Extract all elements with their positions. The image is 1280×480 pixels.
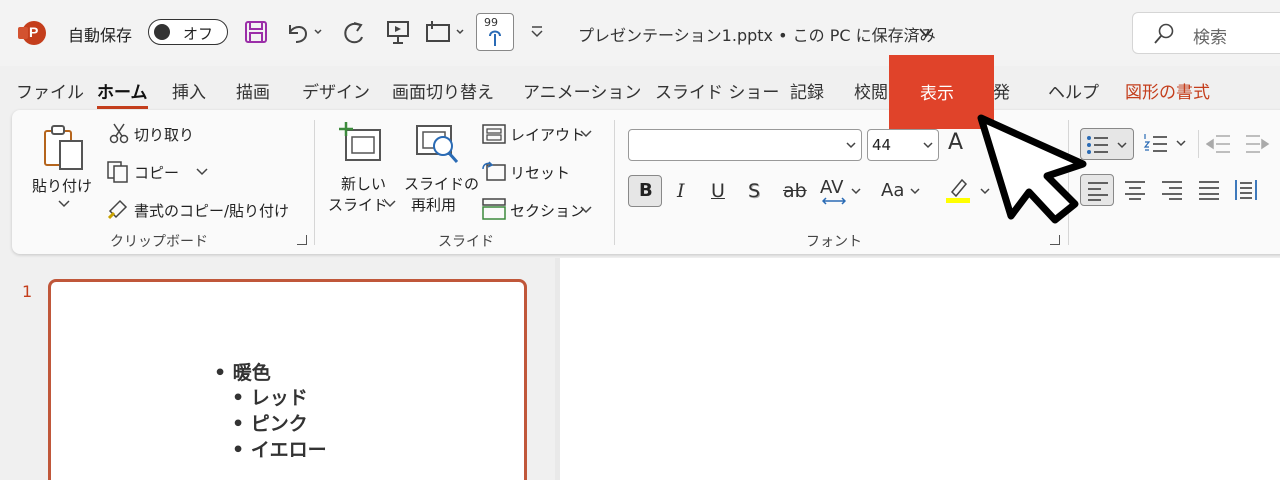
group-divider: [614, 120, 615, 245]
spacing-dropdown-icon[interactable]: [851, 188, 861, 195]
powerpoint-logo-icon: P: [18, 21, 46, 45]
tab-record[interactable]: 記録: [790, 78, 824, 103]
paste-icon[interactable]: [42, 123, 86, 171]
slide-number: 1: [22, 282, 33, 301]
section-dropdown-icon[interactable]: [580, 206, 592, 214]
reset-button[interactable]: リセット: [510, 162, 570, 183]
copy-button[interactable]: コピー: [134, 162, 179, 183]
search-icon: [1154, 23, 1174, 44]
autosave-state: オフ: [183, 25, 214, 43]
clipboard-launcher-icon[interactable]: [297, 235, 307, 245]
bullet-level1: • 暖色: [214, 362, 271, 384]
align-center-icon[interactable]: [1124, 180, 1146, 200]
bullet-level2: • イエロー: [232, 439, 327, 461]
spacing-arrows-icon: [822, 197, 846, 205]
tab-file[interactable]: ファイル: [16, 78, 84, 103]
format-painter-icon: [107, 199, 128, 220]
save-icon[interactable]: [244, 20, 268, 44]
character-spacing-button[interactable]: AV: [820, 177, 843, 198]
tab-insert[interactable]: 挿入: [172, 78, 206, 103]
tab-design[interactable]: デザイン: [302, 78, 370, 103]
slide-thumbnail[interactable]: • 暖色 • レッド • ピンク • イエロー: [48, 279, 527, 480]
reset-icon: [482, 161, 506, 181]
search-input[interactable]: 検索: [1193, 23, 1227, 48]
chevron-down-icon: [846, 142, 856, 149]
format-painter-button[interactable]: 書式のコピー/貼り付け: [134, 200, 289, 221]
touch-icon: [489, 30, 501, 46]
shadow-button[interactable]: S: [748, 180, 760, 202]
document-filename[interactable]: プレゼンテーション1.pptx • この PC に保存済み: [578, 22, 936, 46]
tab-view[interactable]: 表示: [920, 79, 954, 104]
numbering-icon[interactable]: [1143, 132, 1189, 156]
font-name-combo[interactable]: [628, 129, 862, 161]
reuse-slides-icon[interactable]: [415, 122, 463, 168]
strikethrough-button[interactable]: ab: [783, 180, 807, 202]
redo-icon[interactable]: [340, 19, 368, 47]
group-divider: [314, 120, 315, 245]
chevron-down-icon[interactable]: [919, 28, 933, 38]
undo-icon[interactable]: [284, 19, 324, 45]
new-slide-label-1[interactable]: 新しい: [341, 173, 386, 194]
clipboard-group-label: クリップボード: [110, 234, 208, 250]
justify-icon[interactable]: [1198, 180, 1220, 200]
paste-dropdown-icon[interactable]: [58, 200, 70, 208]
italic-button[interactable]: I: [677, 180, 685, 202]
align-right-icon[interactable]: [1161, 180, 1183, 200]
copy-icon: [107, 161, 128, 183]
font-size-combo[interactable]: 44: [867, 129, 939, 161]
tab-animations[interactable]: アニメーション: [523, 78, 641, 103]
cut-button[interactable]: 切り取り: [134, 124, 194, 145]
text-highlight-icon[interactable]: [944, 176, 972, 204]
tab-review[interactable]: 校閲: [854, 78, 888, 103]
bullet-level2: • ピンク: [232, 413, 308, 435]
bold-button[interactable]: B: [628, 175, 662, 207]
reuse-slides-label-2[interactable]: 再利用: [411, 194, 456, 215]
layout-button[interactable]: レイアウト: [510, 124, 585, 145]
present-icon[interactable]: [385, 19, 411, 45]
grow-font-button[interactable]: A: [948, 130, 963, 155]
slides-group-label: スライド: [438, 234, 494, 250]
font-group-label: フォント: [806, 234, 862, 250]
autosave-label: 自動保存: [68, 26, 133, 45]
underline-button[interactable]: U: [711, 180, 725, 202]
customize-qat-icon[interactable]: [530, 25, 544, 39]
change-case-button[interactable]: Aa: [881, 180, 904, 201]
decrease-indent-icon[interactable]: [1206, 132, 1232, 156]
case-dropdown-icon[interactable]: [910, 188, 920, 195]
section-button[interactable]: セクション: [510, 200, 585, 221]
bold-label: B: [639, 180, 653, 201]
tab-draw[interactable]: 描画: [236, 78, 270, 103]
font-size-value: 44: [872, 136, 892, 154]
paste-button[interactable]: 貼り付け: [32, 175, 92, 196]
tab-help[interactable]: ヘルプ: [1048, 78, 1099, 103]
new-slide-dropdown-icon[interactable]: [384, 200, 396, 208]
reuse-slides-label-1[interactable]: スライドの: [404, 173, 479, 194]
scissors-icon: [109, 123, 129, 144]
tab-shape-format[interactable]: 図形の書式: [1125, 78, 1210, 103]
increase-indent-icon[interactable]: [1244, 132, 1270, 156]
tab-home[interactable]: ホーム: [97, 78, 148, 109]
search-box[interactable]: 検索: [1132, 12, 1280, 54]
distributed-icon[interactable]: [1234, 178, 1258, 202]
new-slide-label-2[interactable]: スライド: [328, 194, 388, 215]
slide-editing-area[interactable]: [560, 258, 1280, 480]
tab-slideshow[interactable]: スライド ショー: [655, 78, 779, 103]
touch-mode-button[interactable]: 99: [476, 13, 514, 51]
chevron-down-icon: [923, 142, 933, 149]
new-slide-icon[interactable]: [338, 122, 384, 164]
autosave-toggle[interactable]: オフ: [148, 19, 228, 45]
bullet-level2: • レッド: [232, 387, 308, 409]
font-launcher-icon[interactable]: [1050, 235, 1060, 245]
layout-dropdown-icon[interactable]: [580, 130, 592, 138]
section-icon: [482, 198, 506, 220]
divider: [1198, 130, 1199, 158]
mouse-cursor-icon: [977, 114, 1087, 224]
toggle-knob-icon: [154, 24, 170, 40]
tab-transitions[interactable]: 画面切り替え: [392, 78, 494, 103]
copy-dropdown-icon[interactable]: [196, 168, 208, 176]
layout-icon: [482, 124, 506, 144]
new-slide-qat-icon[interactable]: [424, 19, 470, 45]
